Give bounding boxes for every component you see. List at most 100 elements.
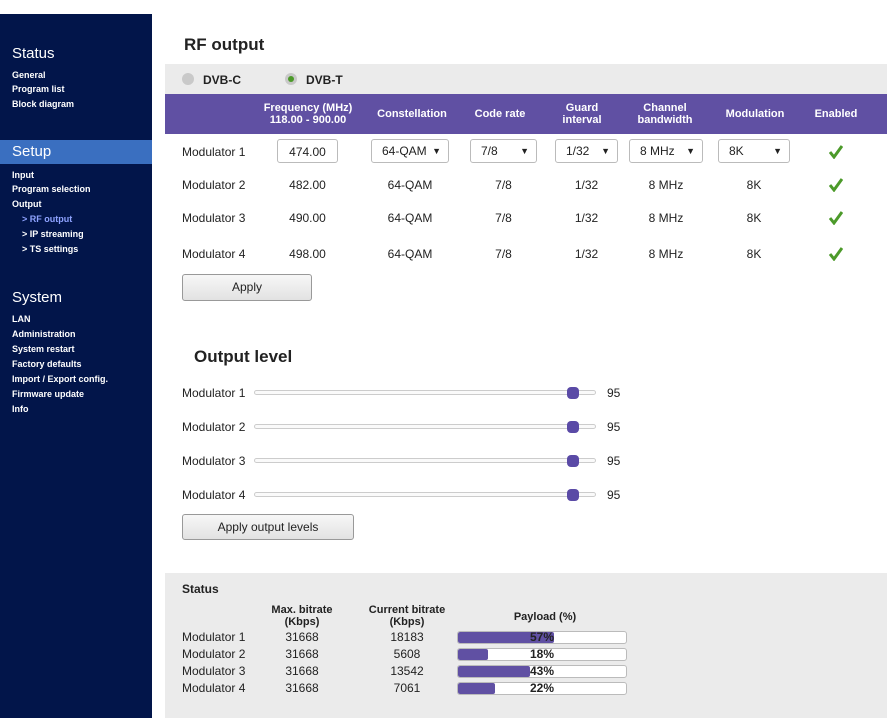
code-rate-value: 7/8 — [495, 211, 512, 225]
header-modulation: Modulation — [725, 108, 785, 120]
sidebar-item-input[interactable]: Input — [12, 170, 34, 181]
sidebar-item-lan[interactable]: LAN — [12, 314, 31, 325]
payload-bar-label: 57% — [529, 631, 555, 644]
rf-output-title: RF output — [184, 35, 265, 54]
sidebar-item-system-restart[interactable]: System restart — [12, 344, 75, 355]
header-max-l1: Max. bitrate — [271, 604, 333, 616]
constellation-value: 64-QAM — [387, 247, 433, 261]
header-payload: Payload (%) — [513, 611, 577, 623]
payload-bar-label: 43% — [529, 665, 555, 678]
level-slider-handle[interactable] — [567, 455, 579, 467]
constellation-select-value: 64-QAM — [382, 144, 427, 158]
payload-bar: 57% — [457, 631, 627, 644]
radio-label-dvb-t[interactable]: DVB-T — [306, 73, 343, 87]
sidebar-item-program-list[interactable]: Program list — [12, 84, 65, 95]
level-value: 95 — [607, 420, 621, 434]
max-bitrate-value: 31668 — [285, 630, 319, 644]
header-constellation: Constellation — [377, 108, 447, 120]
sidebar-item-ip-streaming[interactable]: > IP streaming — [22, 229, 84, 239]
sidebar-item-output[interactable]: Output — [12, 199, 42, 210]
rf-row-name: Modulator 1 — [182, 145, 246, 159]
header-guard-interval: Guard interval — [547, 102, 617, 126]
rf-row-1: Modulator 1 474.00 64-QAM ▼ 7/8 ▼ 1/32 ▼… — [165, 134, 887, 170]
output-level-title: Output level — [194, 347, 293, 366]
payload-bar: 22% — [457, 682, 627, 695]
guard-interval-select[interactable]: 1/32 ▼ — [555, 139, 618, 163]
status-row-name: Modulator 4 — [182, 681, 246, 695]
status-row-name: Modulator 3 — [182, 664, 246, 678]
modulation-value: 8K — [746, 247, 762, 261]
max-bitrate-value: 31668 — [285, 681, 319, 695]
current-bitrate-value: 18183 — [390, 630, 424, 644]
sidebar-section-system[interactable]: System — [12, 289, 62, 306]
status-row-name: Modulator 1 — [182, 630, 246, 644]
level-slider-track[interactable] — [254, 458, 596, 463]
constellation-value: 64-QAM — [387, 178, 433, 192]
header-max-l2: (Kbps) — [284, 616, 320, 628]
max-bitrate-value: 31668 — [285, 647, 319, 661]
chevron-down-icon: ▼ — [773, 146, 782, 156]
level-slider-handle[interactable] — [567, 387, 579, 399]
sidebar-section-status[interactable]: Status — [12, 45, 55, 62]
status-title: Status — [182, 582, 219, 596]
header-bandwidth-l2: bandwidth — [637, 114, 693, 126]
header-frequency-range: 118.00 - 900.00 — [269, 114, 347, 126]
sidebar-section-setup[interactable]: Setup — [12, 143, 51, 160]
sidebar-item-ts-settings[interactable]: > TS settings — [22, 244, 78, 254]
sidebar-item-administration[interactable]: Administration — [12, 329, 76, 340]
apply-button[interactable]: Apply — [182, 274, 312, 301]
rf-row-4: Modulator 4 498.00 64-QAM 7/8 1/32 8 MHz… — [165, 236, 887, 272]
frequency-input[interactable]: 474.00 — [277, 139, 338, 163]
guard-interval-value: 1/32 — [574, 178, 599, 192]
guard-interval-value: 1/32 — [574, 247, 599, 261]
sidebar-item-info[interactable]: Info — [12, 404, 29, 415]
sidebar-item-import-export[interactable]: Import / Export config. — [12, 374, 108, 385]
apply-output-levels-button[interactable]: Apply output levels — [182, 514, 354, 540]
sidebar-item-firmware-update[interactable]: Firmware update — [12, 389, 84, 400]
header-channel-bandwidth: Channel bandwidth — [623, 102, 707, 126]
enabled-checkbox-icon[interactable] — [829, 178, 843, 192]
rf-row-name: Modulator 3 — [182, 211, 246, 225]
constellation-select[interactable]: 64-QAM ▼ — [371, 139, 449, 163]
sidebar-item-block-diagram[interactable]: Block diagram — [12, 99, 74, 110]
bandwidth-select[interactable]: 8 MHz ▼ — [629, 139, 703, 163]
rf-row-name: Modulator 4 — [182, 247, 246, 261]
sidebar-item-factory-defaults[interactable]: Factory defaults — [12, 359, 82, 370]
level-slider-handle[interactable] — [567, 421, 579, 433]
current-bitrate-value: 7061 — [393, 681, 421, 695]
level-slider-track[interactable] — [254, 390, 596, 395]
chevron-down-icon: ▼ — [686, 146, 695, 156]
sidebar-item-rf-output[interactable]: > RF output — [22, 214, 72, 224]
level-value: 95 — [607, 454, 621, 468]
modulation-select[interactable]: 8K ▼ — [718, 139, 790, 163]
header-cur-l1: Current bitrate — [368, 604, 446, 616]
frequency-value: 498.00 — [289, 247, 326, 261]
frequency-value: 482.00 — [289, 178, 326, 192]
level-slider-track[interactable] — [254, 492, 596, 497]
sidebar-item-program-selection[interactable]: Program selection — [12, 184, 91, 195]
radio-dvb-t[interactable] — [285, 73, 297, 85]
sidebar-item-general[interactable]: General — [12, 70, 46, 81]
payload-bar: 18% — [457, 648, 627, 661]
level-slider-handle[interactable] — [567, 489, 579, 501]
radio-label-dvb-c[interactable]: DVB-C — [203, 73, 241, 87]
bandwidth-value: 8 MHz — [648, 211, 684, 225]
level-value: 95 — [607, 386, 621, 400]
modulation-value: 8K — [746, 178, 762, 192]
enabled-checkbox-icon[interactable] — [829, 211, 843, 225]
bandwidth-value: 8 MHz — [648, 247, 684, 261]
payload-bar-label: 22% — [529, 682, 555, 695]
guard-interval-value: 1/32 — [574, 211, 599, 225]
header-frequency: Frequency (MHz) 118.00 - 900.00 — [253, 102, 363, 126]
chevron-down-icon: ▼ — [601, 146, 610, 156]
chevron-down-icon: ▼ — [432, 146, 441, 156]
enabled-checkbox-icon[interactable] — [829, 145, 843, 159]
header-frequency-label: Frequency (MHz) — [263, 102, 353, 114]
level-row-2: Modulator 2 95 — [165, 417, 887, 437]
code-rate-select[interactable]: 7/8 ▼ — [470, 139, 537, 163]
level-row-name: Modulator 4 — [182, 488, 246, 502]
radio-dvb-c[interactable] — [182, 73, 194, 85]
enabled-checkbox-icon[interactable] — [829, 247, 843, 261]
level-slider-track[interactable] — [254, 424, 596, 429]
main-content: RF output DVB-C DVB-T Frequency (MHz) 11… — [165, 0, 887, 718]
